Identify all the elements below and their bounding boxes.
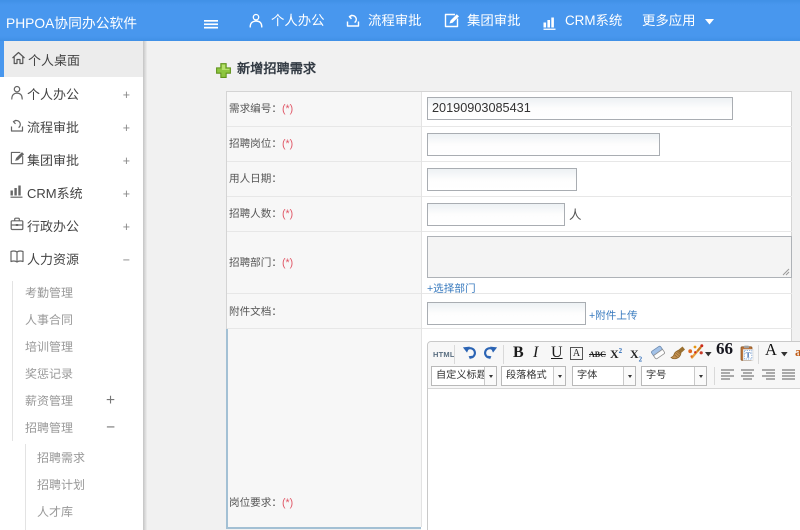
svg-text:T: T bbox=[746, 351, 751, 360]
